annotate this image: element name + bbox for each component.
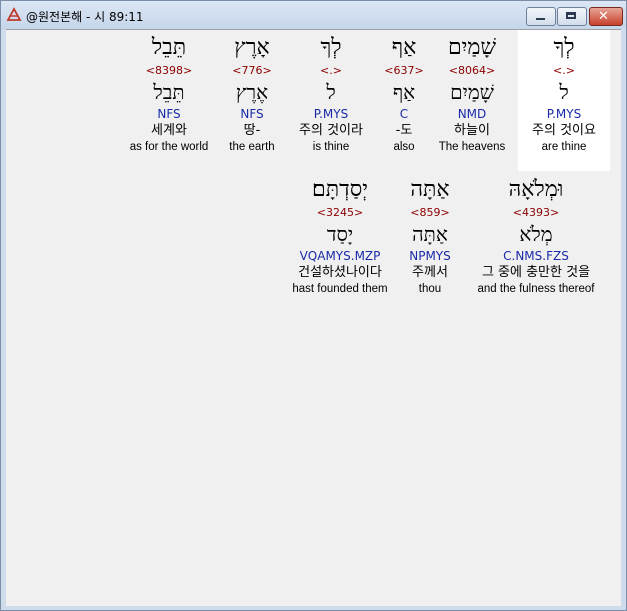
maximize-icon (566, 12, 576, 19)
hebrew-word: לְךָ (320, 35, 342, 60)
minimize-button[interactable] (526, 7, 556, 26)
hebrew-word: תֵּבֵל (151, 35, 187, 60)
strong-number[interactable]: <3245> (284, 205, 396, 220)
hebrew-word: וּמְלֹאָהּ (508, 177, 564, 202)
morphology-code: NPMYS (409, 249, 451, 263)
morphology-code: VQAMYS.MZP (299, 249, 381, 263)
english-gloss: thou (418, 283, 442, 295)
english-gloss: also (393, 141, 415, 153)
korean-gloss: 주의 것이요 (532, 123, 596, 138)
window-title: @원전본해 - 시 89:11 (26, 10, 144, 24)
interlinear-panel[interactable]: לְךָ <.> ל P.MYS 주의 것이요 are thine שָׁמַי… (6, 29, 621, 606)
korean-gloss: 주께서 (412, 265, 448, 280)
hebrew-word: שָׁמַיִם (447, 35, 497, 60)
hebrew-lemma: מְלֹא (519, 222, 553, 246)
korean-gloss: 땅- (243, 123, 261, 138)
hebrew-lemma: ל (559, 80, 569, 104)
morphology-code: P.MYS (313, 107, 349, 121)
morphology-code: NFS (240, 107, 264, 121)
korean-gloss: 주의 것이라 (299, 123, 363, 138)
strong-number[interactable]: <8398> (122, 63, 216, 78)
english-gloss: hast founded them (292, 283, 388, 295)
morphology-code: P.MYS (546, 107, 582, 121)
word-block[interactable]: שָׁמַיִם <8064> שָׁמַיִם NMD 하늘이 The hea… (434, 33, 510, 155)
hebrew-word: לְךָ (553, 35, 575, 60)
word-block[interactable]: וּמְלֹאָהּ <4393> מְלֹא C.NMS.FZS 그 중에 충… (466, 175, 606, 297)
english-gloss: are thine (541, 141, 587, 153)
strong-number[interactable]: <637> (380, 63, 428, 78)
strong-number[interactable]: <4393> (466, 205, 606, 220)
korean-gloss: 세계와 (151, 123, 187, 138)
korean-gloss: 하늘이 (454, 123, 490, 138)
maximize-button[interactable] (557, 7, 587, 26)
english-gloss: is thine (312, 141, 350, 153)
word-block[interactable]: יְסַדְתָּם׃ <3245> יָסַד VQAMYS.MZP 건설하셨… (284, 175, 396, 297)
hebrew-lemma: תֵּבֵל (153, 80, 185, 104)
korean-gloss: 그 중에 충만한 것을 (481, 265, 591, 280)
minimize-icon (536, 18, 545, 20)
app-icon (6, 7, 22, 21)
morphology-code: C (399, 107, 409, 121)
hebrew-word: יְסַדְתָּם׃ (311, 177, 368, 202)
hebrew-lemma: יָסַד (326, 222, 354, 246)
english-gloss: as for the world (129, 141, 209, 153)
hebrew-lemma: אֶרֶץ (235, 80, 269, 104)
strong-number[interactable]: <.> (518, 63, 610, 78)
app-window: @원전본해 - 시 89:11 ✕ לְךָ <.> ל P.MYS 주의 것이… (0, 0, 627, 611)
hebrew-lemma: אַתָּה (412, 222, 448, 246)
morphology-code: C.NMS.FZS (503, 249, 569, 263)
word-block[interactable]: אַף <637> אַף C -도 also (380, 33, 428, 155)
korean-gloss: 건설하셨나이다 (298, 265, 382, 280)
strong-number[interactable]: <859> (400, 205, 460, 220)
hebrew-word: אַתָּה (410, 177, 450, 202)
word-block[interactable]: אַתָּה <859> אַתָּה NPMYS 주께서 thou (400, 175, 460, 297)
strong-number[interactable]: <776> (220, 63, 284, 78)
english-gloss: the earth (229, 141, 275, 153)
word-block[interactable]: אָרֶץ <776> אֶרֶץ NFS 땅- the earth (220, 33, 284, 155)
hebrew-lemma: ל (326, 80, 336, 104)
hebrew-word: אַף (391, 35, 417, 60)
word-block[interactable]: לְךָ <.> ל P.MYS 주의 것이라 is thine (290, 33, 372, 155)
close-button[interactable]: ✕ (589, 7, 623, 26)
hebrew-lemma: שָׁמַיִם (450, 80, 494, 104)
close-icon: ✕ (598, 9, 609, 24)
english-gloss: The heavens (438, 141, 506, 153)
morphology-code: NMD (457, 107, 487, 121)
morphology-code: NFS (157, 107, 181, 121)
word-block[interactable]: תֵּבֵל <8398> תֵּבֵל NFS 세계와 as for the … (122, 33, 216, 155)
strong-number[interactable]: <.> (290, 63, 372, 78)
word-block[interactable]: לְךָ <.> ל P.MYS 주의 것이요 are thine (518, 33, 610, 155)
title-bar[interactable]: @원전본해 - 시 89:11 ✕ (1, 1, 626, 29)
strong-number[interactable]: <8064> (434, 63, 510, 78)
hebrew-word: אָרֶץ (234, 35, 270, 60)
english-gloss: and the fulness thereof (477, 283, 595, 295)
hebrew-lemma: אַף (392, 80, 416, 104)
korean-gloss: -도 (395, 123, 413, 138)
